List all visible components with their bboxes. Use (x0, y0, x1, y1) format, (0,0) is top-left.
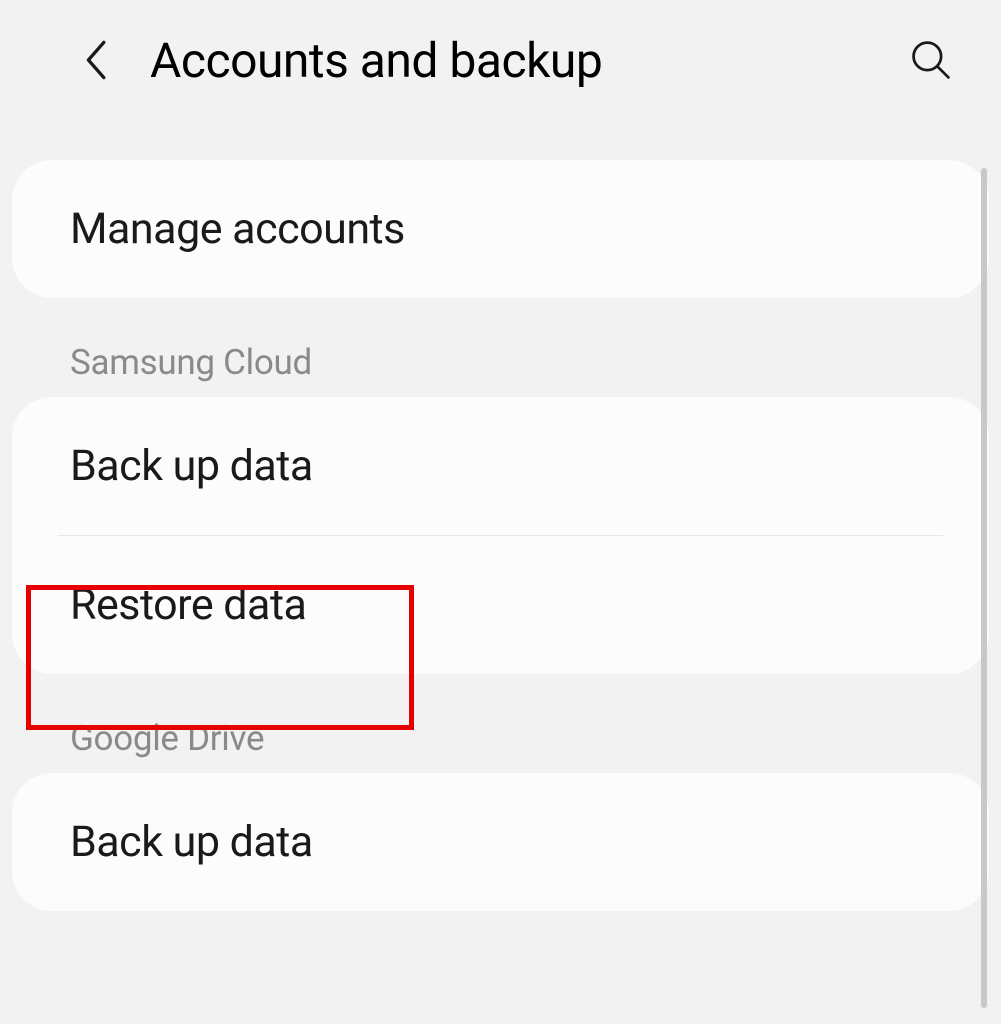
header-bar: Accounts and backup (0, 0, 1001, 130)
page-title: Accounts and backup (150, 32, 901, 89)
section-header-samsung-cloud: Samsung Cloud (12, 298, 989, 397)
samsung-backup-item[interactable]: Back up data (12, 397, 989, 535)
samsung-restore-item[interactable]: Restore data (12, 536, 989, 674)
search-icon (909, 38, 953, 82)
search-button[interactable] (901, 30, 961, 90)
card-google-drive: Back up data (12, 773, 989, 911)
section-header-google-drive: Google Drive (12, 674, 989, 773)
content-area: Manage accounts Samsung Cloud Back up da… (0, 160, 1001, 911)
card-samsung-cloud: Back up data Restore data (12, 397, 989, 674)
card-manage-accounts: Manage accounts (12, 160, 989, 298)
back-button[interactable] (70, 35, 120, 85)
manage-accounts-item[interactable]: Manage accounts (12, 160, 989, 298)
google-backup-item[interactable]: Back up data (12, 773, 989, 911)
scrollbar[interactable] (981, 168, 987, 1008)
chevron-left-icon (81, 38, 109, 82)
